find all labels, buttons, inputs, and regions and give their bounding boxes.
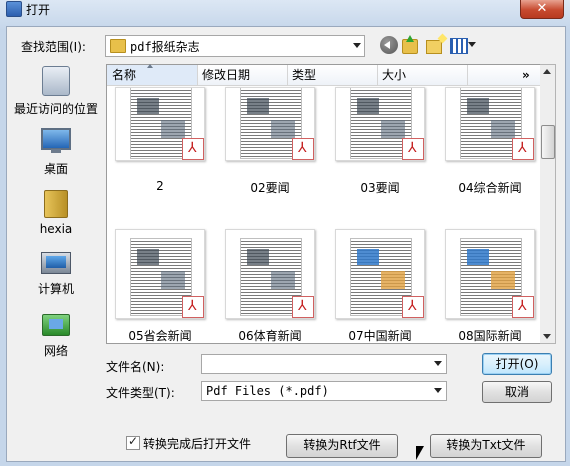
window-title: 打开 [26,3,51,17]
recent-places-icon [42,66,70,96]
desktop-icon [41,128,71,153]
filename-input[interactable] [201,354,447,374]
file-name[interactable]: 08国际新闻 [440,327,540,344]
chevron-down-icon[interactable] [434,361,442,366]
view-menu-icon[interactable] [450,38,468,54]
place-computer[interactable]: 计算机 [7,252,105,297]
lookin-label: 查找范围(I): [21,40,86,54]
vertical-scrollbar[interactable] [540,64,556,344]
convert-rtf-button[interactable]: 转换为Rtf文件 [286,434,398,458]
pdf-icon [402,296,424,318]
pdf-icon [292,138,314,160]
filetype-value: Pdf Files (*.pdf) [206,384,329,398]
file-list[interactable]: 名称 修改日期 类型 大小 » 2 02要闻 03要闻 04综合新闻 05省会新… [106,64,542,344]
close-button[interactable]: ✕ [520,0,564,19]
place-recent[interactable]: 最近访问的位置 [7,66,105,117]
user-folder-icon [44,190,68,218]
folder-icon [110,39,126,53]
file-name[interactable]: 2 [110,179,210,193]
pdf-icon [292,296,314,318]
back-icon[interactable] [380,36,398,54]
column-date[interactable]: 修改日期 [197,65,288,85]
place-network[interactable]: 网络 [7,314,105,359]
file-thumbnail[interactable] [335,229,425,319]
filetype-dropdown[interactable]: Pdf Files (*.pdf) [201,381,447,401]
file-name[interactable]: 06体育新闻 [220,327,320,344]
pdf-icon [182,296,204,318]
place-label: 网络 [43,344,68,358]
pdf-icon [182,138,204,160]
file-name[interactable]: 02要闻 [220,179,320,196]
filename-label: 文件名(N): [106,360,165,374]
place-label: 计算机 [37,282,74,296]
open-button[interactable]: 打开(O) [482,353,552,375]
lookin-value: pdf报纸杂志 [130,40,200,54]
column-name[interactable]: 名称 [107,64,198,85]
file-thumbnail[interactable] [445,229,535,319]
lookin-dropdown[interactable]: pdf报纸杂志 [105,35,365,57]
column-overflow-button[interactable]: » [517,65,536,85]
scroll-thumb[interactable] [541,125,555,159]
filetype-label: 文件类型(T): [106,386,175,400]
scroll-up-icon[interactable] [543,69,551,74]
chevron-down-icon[interactable] [353,43,361,48]
computer-icon [41,252,71,274]
file-name[interactable]: 04综合新闻 [440,179,540,196]
mouse-cursor-icon [416,446,424,460]
place-label: 桌面 [43,162,68,176]
file-thumbnail[interactable] [225,87,315,161]
open-dialog: 打开 ✕ 查找范围(I): pdf报纸杂志 最近访问的位置 桌面 hexia 计… [0,0,570,466]
file-thumbnail[interactable] [115,87,205,161]
place-user[interactable]: hexia [7,190,105,236]
file-name[interactable]: 03要闻 [330,179,430,196]
pdf-icon [402,138,424,160]
cancel-button[interactable]: 取消 [482,381,552,403]
place-label: 最近访问的位置 [13,102,98,116]
places-bar: 最近访问的位置 桌面 hexia 计算机 网络 [7,60,105,358]
app-icon [6,1,22,17]
pdf-icon [512,138,534,160]
file-thumbnail[interactable] [445,87,535,161]
place-label: hexia [39,222,73,236]
column-header: 名称 修改日期 类型 大小 » [107,64,541,86]
pdf-icon [512,296,534,318]
chevron-down-icon[interactable] [434,388,442,393]
column-size[interactable]: 大小 [377,65,468,85]
view-menu-dropdown-icon[interactable] [468,42,476,47]
file-name[interactable]: 07中国新闻 [330,327,430,344]
column-type[interactable]: 类型 [287,65,378,85]
network-icon [42,314,70,336]
up-folder-icon[interactable] [402,35,418,54]
open-after-convert-checkbox[interactable] [126,434,140,450]
convert-txt-button[interactable]: 转换为Txt文件 [430,434,542,458]
place-desktop[interactable]: 桌面 [7,128,105,177]
new-folder-icon[interactable] [426,40,442,54]
title-bar[interactable]: 打开 ✕ [0,0,570,19]
file-name[interactable]: 05省会新闻 [110,327,210,344]
checkbox-label[interactable]: 转换完成后打开文件 [143,435,251,452]
file-thumbnail[interactable] [225,229,315,319]
file-thumbnail[interactable] [335,87,425,161]
scroll-down-icon[interactable] [543,334,551,339]
file-thumbnail[interactable] [115,229,205,319]
